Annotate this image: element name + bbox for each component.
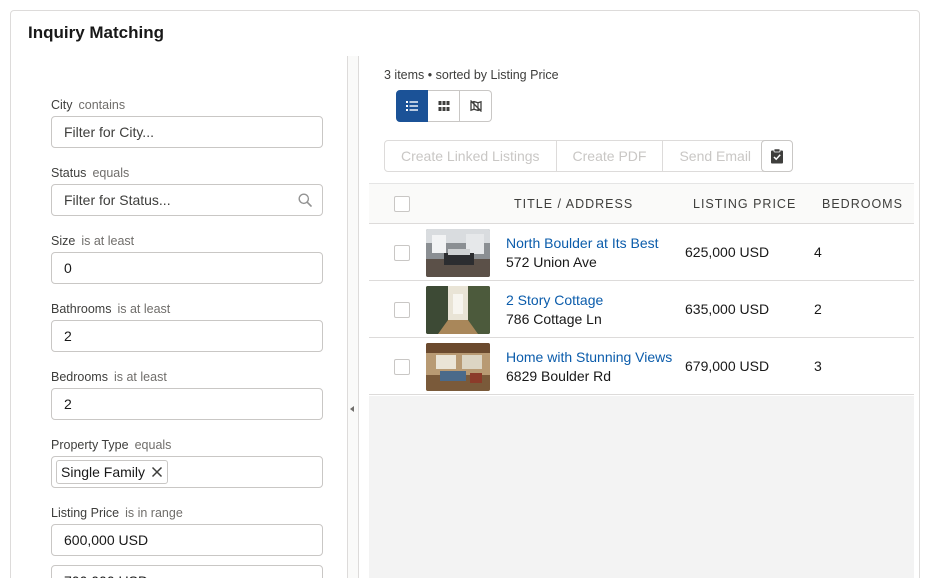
filter-operator: is at least bbox=[113, 370, 167, 384]
filter-label: Bedrooms bbox=[51, 370, 108, 384]
filter-label: Listing Price bbox=[51, 506, 120, 520]
results-empty-area bbox=[369, 396, 914, 578]
filter-label: Size bbox=[51, 234, 76, 248]
map-off-icon bbox=[469, 100, 482, 112]
collapse-arrow-icon[interactable] bbox=[350, 406, 354, 412]
pill-label: Single Family bbox=[61, 464, 146, 480]
listing-bedrooms: 2 bbox=[814, 301, 822, 317]
column-header-bedrooms[interactable]: Bedrooms bbox=[822, 184, 903, 224]
bathrooms-input[interactable]: 2 bbox=[51, 320, 323, 352]
listing-thumbnail[interactable] bbox=[426, 229, 490, 277]
filter-bedrooms: Bedrooms is at least 2 bbox=[51, 369, 323, 420]
filter-listing-price: Listing Price is in range 600,000 USD 700… bbox=[51, 505, 323, 578]
listing-title-link[interactable]: 2 Story Cottage bbox=[506, 292, 603, 308]
table-header: Title / Address Listing Price Bedrooms bbox=[369, 183, 914, 224]
listing-thumbnail[interactable] bbox=[426, 286, 490, 334]
filter-status: Status equals Filter for Status... bbox=[51, 165, 323, 216]
view-toggle bbox=[396, 90, 492, 122]
filter-label: Bathrooms bbox=[51, 302, 112, 316]
listing-thumbnail[interactable] bbox=[426, 343, 490, 391]
filter-operator: is in range bbox=[125, 506, 183, 520]
filter-property-type: Property Type equals Single Family bbox=[51, 437, 323, 488]
status-placeholder: Filter for Status... bbox=[64, 192, 171, 208]
filter-bathrooms: Bathrooms is at least 2 bbox=[51, 301, 323, 352]
property-type-pill: Single Family bbox=[56, 460, 169, 484]
filter-label: City bbox=[51, 98, 73, 112]
search-icon bbox=[298, 193, 312, 207]
tile-view-button[interactable] bbox=[428, 90, 460, 122]
filter-operator: equals bbox=[92, 166, 130, 180]
clipboard-button[interactable] bbox=[761, 140, 793, 172]
filter-label: Property Type bbox=[51, 438, 129, 452]
filter-operator: equals bbox=[134, 438, 172, 452]
listing-address: 572 Union Ave bbox=[506, 254, 597, 270]
filter-city: City contains Filter for City... bbox=[51, 97, 323, 148]
filter-size: Size is at least 0 bbox=[51, 233, 323, 284]
send-email-button[interactable]: Send Email bbox=[663, 140, 769, 172]
map-view-button[interactable] bbox=[460, 90, 492, 122]
table-row[interactable]: 2 Story Cottage 786 Cottage Ln 635,000 U… bbox=[369, 281, 914, 338]
list-view-button[interactable] bbox=[396, 90, 428, 122]
select-all-checkbox[interactable] bbox=[394, 196, 410, 212]
list-icon bbox=[406, 101, 418, 111]
results-panel: 3 items • sorted by Listing Price Create… bbox=[359, 56, 914, 578]
inquiry-matching-card: Inquiry Matching City contains Filter for… bbox=[10, 10, 920, 578]
column-header-title[interactable]: Title / Address bbox=[514, 184, 633, 224]
listing-title-link[interactable]: North Boulder at Its Best bbox=[506, 235, 659, 251]
listing-bedrooms: 4 bbox=[814, 244, 822, 260]
grid-icon bbox=[438, 101, 449, 111]
panel-splitter[interactable] bbox=[348, 56, 359, 578]
card-title: Inquiry Matching bbox=[28, 23, 164, 42]
filter-operator: is at least bbox=[117, 302, 171, 316]
row-checkbox[interactable] bbox=[394, 245, 410, 261]
close-icon[interactable] bbox=[151, 466, 163, 478]
status-input[interactable]: Filter for Status... bbox=[51, 184, 323, 216]
listing-bedrooms: 3 bbox=[814, 358, 822, 374]
column-header-price[interactable]: Listing Price bbox=[693, 184, 796, 224]
listing-price-min-input[interactable]: 600,000 USD bbox=[51, 524, 323, 556]
table-row[interactable]: North Boulder at Its Best 572 Union Ave … bbox=[369, 224, 914, 281]
bedrooms-input[interactable]: 2 bbox=[51, 388, 323, 420]
listing-address: 6829 Boulder Rd bbox=[506, 368, 612, 384]
size-input[interactable]: 0 bbox=[51, 252, 323, 284]
results-summary: 3 items • sorted by Listing Price bbox=[384, 68, 559, 82]
filter-operator: is at least bbox=[81, 234, 135, 248]
listing-price-max-input[interactable]: 700,000 USD bbox=[51, 565, 323, 578]
table-row[interactable]: Home with Stunning Views 6829 Boulder Rd… bbox=[369, 338, 914, 395]
listing-title-link[interactable]: Home with Stunning Views bbox=[506, 349, 672, 365]
property-type-input[interactable]: Single Family bbox=[51, 456, 323, 488]
filter-label: Status bbox=[51, 166, 87, 180]
listing-price: 679,000 USD bbox=[685, 358, 770, 374]
listing-price: 625,000 USD bbox=[685, 244, 770, 260]
create-pdf-button[interactable]: Create PDF bbox=[556, 140, 664, 172]
results-table: Title / Address Listing Price Bedrooms bbox=[369, 183, 914, 395]
row-checkbox[interactable] bbox=[394, 359, 410, 375]
clipboard-icon bbox=[771, 148, 783, 164]
filter-operator: contains bbox=[78, 98, 126, 112]
city-input[interactable]: Filter for City... bbox=[51, 116, 323, 148]
listing-address: 786 Cottage Ln bbox=[506, 311, 602, 327]
action-button-group: Create Linked Listings Create PDF Send E… bbox=[384, 140, 769, 172]
row-checkbox[interactable] bbox=[394, 302, 410, 318]
create-linked-listings-button[interactable]: Create Linked Listings bbox=[384, 140, 557, 172]
listing-price: 635,000 USD bbox=[685, 301, 770, 317]
